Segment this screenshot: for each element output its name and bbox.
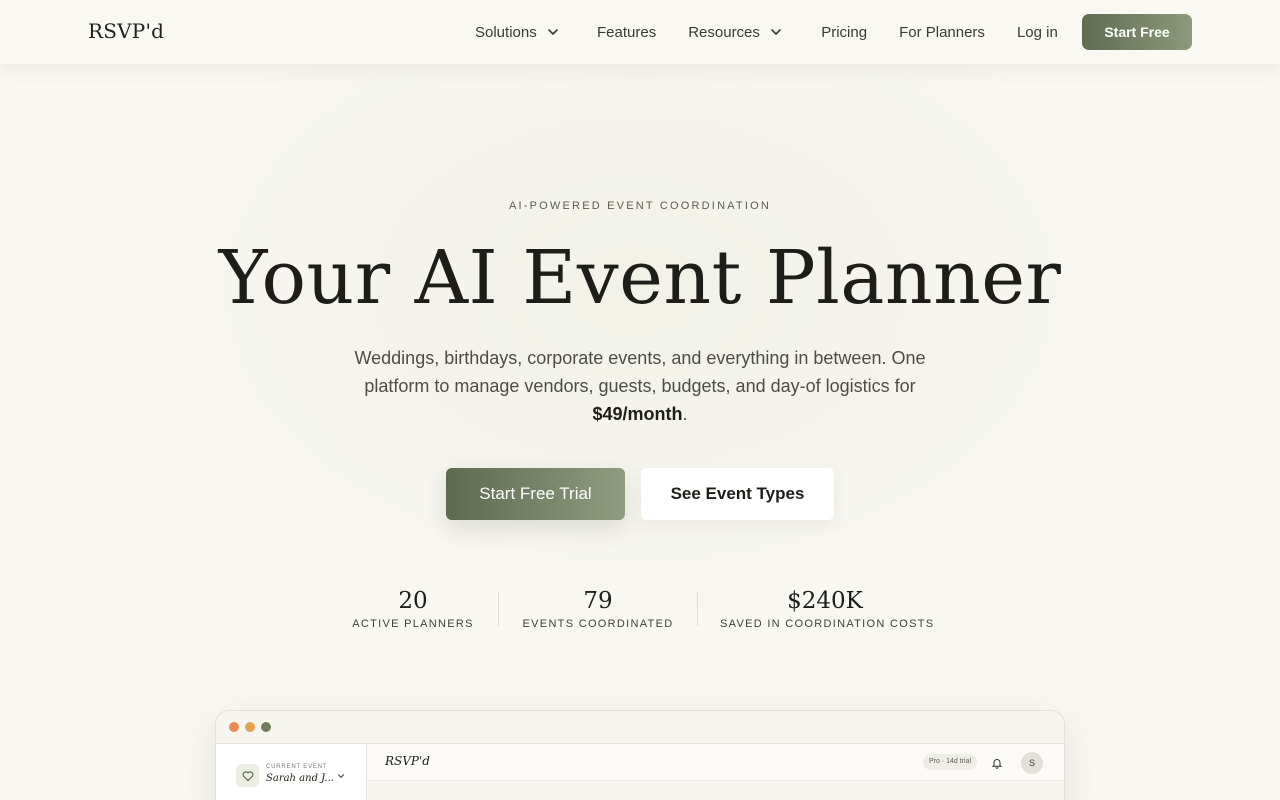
nav-item-log-in[interactable]: Log in bbox=[1017, 0, 1058, 64]
avatar[interactable]: S bbox=[1021, 752, 1043, 774]
nav-item-label: Log in bbox=[1016, 23, 1058, 41]
stat-value: $240K bbox=[787, 588, 863, 614]
app-preview-window: CURRENT EVENT Sarah and J... RSVP'd Pro … bbox=[215, 710, 1065, 800]
preview-sidebar: CURRENT EVENT Sarah and J... bbox=[216, 743, 367, 800]
stat-divider bbox=[498, 592, 499, 626]
stat-value: 79 bbox=[583, 588, 613, 614]
minimize-dot bbox=[245, 722, 255, 732]
heart-icon bbox=[236, 764, 259, 787]
hero-subtitle-end: . bbox=[682, 404, 688, 424]
stat-label: EVENTS COORDINATED bbox=[522, 618, 674, 630]
nav-item-resources[interactable]: Resources bbox=[688, 0, 789, 64]
chevron-down-icon bbox=[544, 23, 562, 41]
hero-title: Your AI Event Planner bbox=[218, 235, 1062, 321]
stat-value: 20 bbox=[398, 588, 428, 614]
nav-item-label: Solutions bbox=[475, 23, 537, 41]
plan-badge: Pro · 14d trial bbox=[923, 754, 978, 770]
current-event-name: Sarah and J... bbox=[266, 773, 334, 784]
stat-events-coordinated: 79 EVENTS COORDINATED bbox=[518, 588, 678, 630]
landing-page: RSVP'd Solutions Features Resources Pric… bbox=[0, 0, 1280, 800]
hero-subtitle-text: Weddings, birthdays, corporate events, a… bbox=[354, 348, 926, 396]
current-event-caption: CURRENT EVENT bbox=[266, 764, 328, 770]
price-highlight: $49/month bbox=[592, 404, 683, 424]
hero-eyebrow: AI-POWERED EVENT COORDINATION bbox=[508, 200, 772, 212]
stat-label: ACTIVE PLANNERS bbox=[352, 618, 474, 630]
chevron-down-icon[interactable] bbox=[336, 768, 346, 786]
nav-menu: Solutions Features Resources Pricing For… bbox=[475, 0, 1058, 64]
start-free-button[interactable]: Start Free bbox=[1082, 14, 1192, 50]
nav-item-features[interactable]: Features bbox=[597, 0, 656, 64]
nav-item-solutions[interactable]: Solutions bbox=[475, 0, 565, 64]
window-controls bbox=[229, 722, 277, 732]
nav-item-label: Pricing bbox=[821, 23, 868, 41]
top-nav: RSVP'd Solutions Features Resources Pric… bbox=[0, 0, 1280, 64]
hero-subtitle: Weddings, birthdays, corporate events, a… bbox=[320, 344, 960, 428]
chevron-down-icon bbox=[767, 23, 785, 41]
start-free-trial-button[interactable]: Start Free Trial bbox=[446, 468, 625, 520]
brand-logo[interactable]: RSVP'd bbox=[88, 19, 164, 43]
preview-topbar: RSVP'd Pro · 14d trial S bbox=[367, 743, 1064, 781]
preview-logo: RSVP'd bbox=[385, 754, 430, 768]
stat-label: SAVED IN COORDINATION COSTS bbox=[720, 618, 935, 630]
stat-divider bbox=[697, 592, 698, 626]
bell-icon[interactable] bbox=[991, 756, 1003, 774]
nav-item-label: For Planners bbox=[899, 23, 985, 41]
nav-item-label: Features bbox=[597, 23, 657, 41]
maximize-dot bbox=[261, 722, 271, 732]
nav-item-for-planners[interactable]: For Planners bbox=[899, 0, 985, 64]
stat-saved-costs: $240K SAVED IN COORDINATION COSTS bbox=[720, 588, 935, 630]
see-event-types-button[interactable]: See Event Types bbox=[641, 468, 834, 520]
close-dot bbox=[229, 722, 239, 732]
nav-item-pricing[interactable]: Pricing bbox=[821, 0, 867, 64]
stat-active-planners: 20 ACTIVE PLANNERS bbox=[340, 588, 486, 630]
nav-item-label: Resources bbox=[688, 23, 760, 41]
